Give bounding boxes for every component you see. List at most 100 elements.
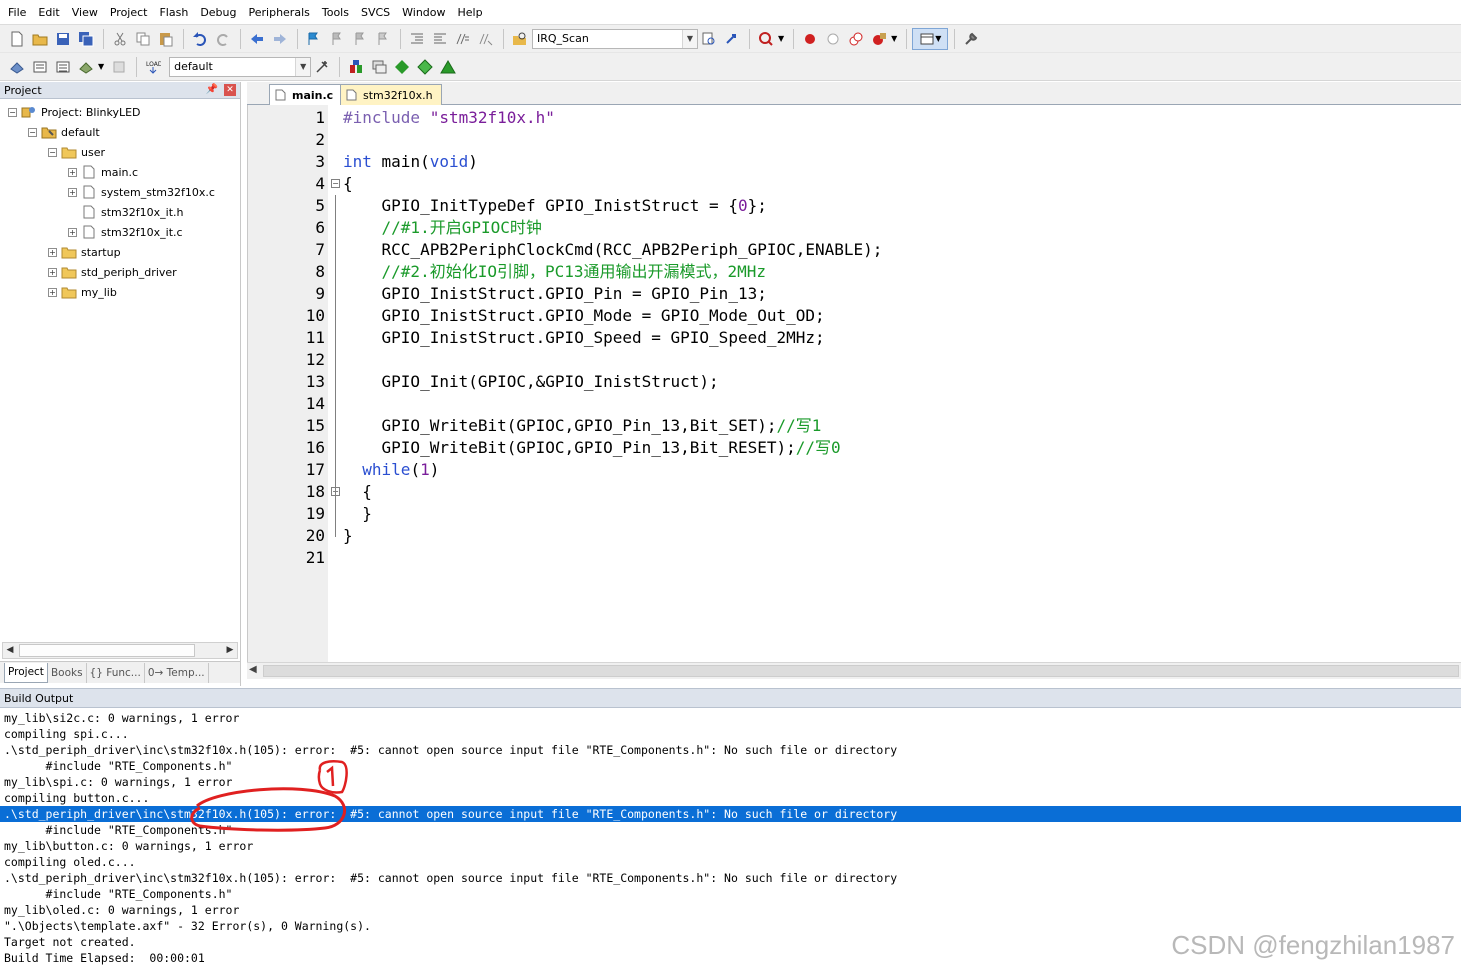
next-bookmark-icon[interactable] (349, 28, 371, 50)
code-line[interactable]: //#1.开启GPIOC时钟 (343, 217, 542, 239)
output-line[interactable]: ".\Objects\template.axf" - 32 Error(s), … (4, 918, 371, 934)
cut-icon[interactable] (109, 28, 131, 50)
undo-icon[interactable] (189, 28, 211, 50)
output-line[interactable]: #include "RTE_Components.h" (4, 886, 233, 902)
clear-bookmarks-icon[interactable] (372, 28, 394, 50)
output-line[interactable]: .\std_periph_driver\inc\stm32f10x.h(105)… (4, 870, 897, 886)
tree-item[interactable]: + main.c (68, 162, 138, 182)
collapse-icon[interactable]: − (28, 127, 37, 137)
code-line[interactable]: RCC_APB2PeriphClockCmd(RCC_APB2Periph_GP… (343, 239, 883, 261)
find-icon[interactable] (698, 28, 720, 50)
code-line[interactable]: int main(void) (343, 151, 478, 173)
code-line[interactable]: { (343, 481, 372, 503)
bookmark-icon[interactable] (303, 28, 325, 50)
output-line[interactable]: compiling spi.c... (4, 726, 129, 742)
software-packs-icon[interactable] (437, 56, 459, 78)
collapse-icon[interactable]: − (48, 147, 57, 157)
scroll-left-icon[interactable]: ◀ (249, 664, 257, 675)
disable-all-breakpoints-icon[interactable] (845, 28, 867, 50)
code-line[interactable]: while(1) (343, 459, 439, 481)
code-line[interactable]: GPIO_WriteBit(GPIOC,GPIO_Pin_13,Bit_SET)… (343, 415, 822, 437)
window-layout-icon[interactable]: ▼ (912, 27, 949, 50)
copy-icon[interactable] (132, 28, 154, 50)
menu-peripherals[interactable]: Peripherals (245, 0, 318, 25)
unindent-icon[interactable] (429, 28, 451, 50)
comment-icon[interactable] (452, 28, 474, 50)
menu-window[interactable]: Window (398, 0, 453, 25)
debug-session-icon[interactable] (755, 28, 777, 50)
tree-item[interactable]: + startup (48, 242, 121, 262)
manage-project-items-icon[interactable] (345, 56, 367, 78)
code-line[interactable]: GPIO_InistStruct.GPIO_Pin = GPIO_Pin_13; (343, 283, 767, 305)
manage-rte-icon[interactable] (391, 56, 413, 78)
expand-icon[interactable]: + (48, 247, 57, 257)
output-line[interactable]: Target not created. (4, 934, 136, 950)
code-text[interactable]: #include "stm32f10x.h" int main(void){ GP… (343, 105, 1453, 662)
expand-icon[interactable]: + (68, 227, 77, 237)
menu-project[interactable]: Project (106, 0, 156, 25)
breakpoint-icon[interactable] (799, 28, 821, 50)
find-in-files-icon[interactable] (509, 28, 531, 50)
paste-icon[interactable] (155, 28, 177, 50)
chevron-down-icon[interactable]: ▼ (98, 62, 104, 71)
select-packs-icon[interactable] (368, 56, 390, 78)
menu-view[interactable]: View (68, 0, 106, 25)
chevron-down-icon[interactable]: ▼ (778, 34, 784, 43)
chevron-down-icon[interactable]: ▼ (682, 29, 697, 48)
expand-icon[interactable]: + (48, 267, 57, 277)
menu-debug[interactable]: Debug (196, 0, 244, 25)
target-options-icon[interactable] (311, 56, 333, 78)
expand-icon[interactable]: + (68, 187, 77, 197)
tree-item[interactable]: − user (48, 142, 105, 162)
code-editor[interactable]: 1 2 3 4 5 6 7 8 9 10 11 12 13 14 15 16 17 18 19 20 21 #inclu… (247, 105, 1461, 662)
navigate-back-icon[interactable] (246, 28, 268, 50)
editor-horizontal-scrollbar[interactable]: ◀ (247, 662, 1461, 679)
save-all-icon[interactable] (75, 28, 97, 50)
menu-flash[interactable]: Flash (155, 0, 196, 25)
code-line[interactable]: GPIO_InistStruct.GPIO_Mode = GPIO_Mode_O… (343, 305, 825, 327)
tree-item[interactable]: + system_stm32f10x.c (68, 182, 215, 202)
output-line[interactable]: my_lib\spi.c: 0 warnings, 1 error (4, 774, 232, 790)
menu-tools[interactable]: Tools (318, 0, 357, 25)
output-line[interactable]: my_lib\button.c: 0 warnings, 1 error (4, 838, 253, 854)
tab-project[interactable]: Project (4, 662, 48, 683)
tree-item[interactable]: stm32f10x_it.h (68, 202, 183, 222)
rebuild-icon[interactable] (52, 56, 74, 78)
translate-icon[interactable] (6, 56, 28, 78)
scrollbar-thumb[interactable] (263, 665, 1459, 677)
fold-collapse-icon[interactable]: − (331, 179, 340, 188)
target-combo[interactable]: default ▼ (169, 56, 312, 77)
download-load-icon[interactable]: LOAD (142, 56, 164, 78)
tree-item[interactable]: − Project: BlinkyLED (8, 102, 141, 122)
tree-item[interactable]: + stm32f10x_it.c (68, 222, 183, 242)
tab-stm32f10x-h[interactable]: stm32f10x.h (340, 84, 442, 105)
output-line[interactable]: #include "RTE_Components.h" (4, 822, 233, 838)
redo-icon[interactable] (212, 28, 234, 50)
output-line[interactable]: Build Time Elapsed: 00:00:01 (4, 950, 205, 966)
build-icon[interactable] (29, 56, 51, 78)
expand-icon[interactable]: + (68, 167, 77, 177)
navigate-forward-icon[interactable] (269, 28, 291, 50)
tree-item[interactable]: − default (28, 122, 100, 142)
tab-books[interactable]: Books (48, 662, 87, 683)
code-line[interactable]: } (343, 503, 372, 525)
batch-build-icon[interactable] (75, 56, 97, 78)
pack-installer-icon[interactable] (414, 56, 436, 78)
prev-bookmark-icon[interactable] (326, 28, 348, 50)
indent-icon[interactable] (406, 28, 428, 50)
chevron-down-icon[interactable]: ▼ (295, 57, 311, 76)
code-line[interactable]: GPIO_Init(GPIOC,&GPIO_InistStruct); (343, 371, 719, 393)
menu-svcs[interactable]: SVCS (357, 0, 398, 25)
scroll-left-icon[interactable]: ◀ (3, 643, 17, 658)
output-line[interactable]: my_lib\oled.c: 0 warnings, 1 error (4, 902, 239, 918)
menu-file[interactable]: File (4, 0, 34, 25)
tree-item[interactable]: + my_lib (48, 282, 117, 302)
output-line-selected[interactable]: .\std_periph_driver\inc\stm32f10x.h(105)… (0, 806, 1461, 822)
find-combo[interactable]: IRQ_Scan ▼ (532, 28, 698, 49)
output-line[interactable]: .\std_periph_driver\inc\stm32f10x.h(105)… (4, 742, 897, 758)
kill-breakpoints-icon[interactable] (868, 28, 890, 50)
open-folder-icon[interactable] (29, 28, 51, 50)
expand-icon[interactable]: + (48, 287, 57, 297)
output-line[interactable]: #include "RTE_Components.h" (4, 758, 233, 774)
code-line[interactable]: //#2.初始化IO引脚，PC13通用输出开漏模式，2MHz (343, 261, 767, 283)
